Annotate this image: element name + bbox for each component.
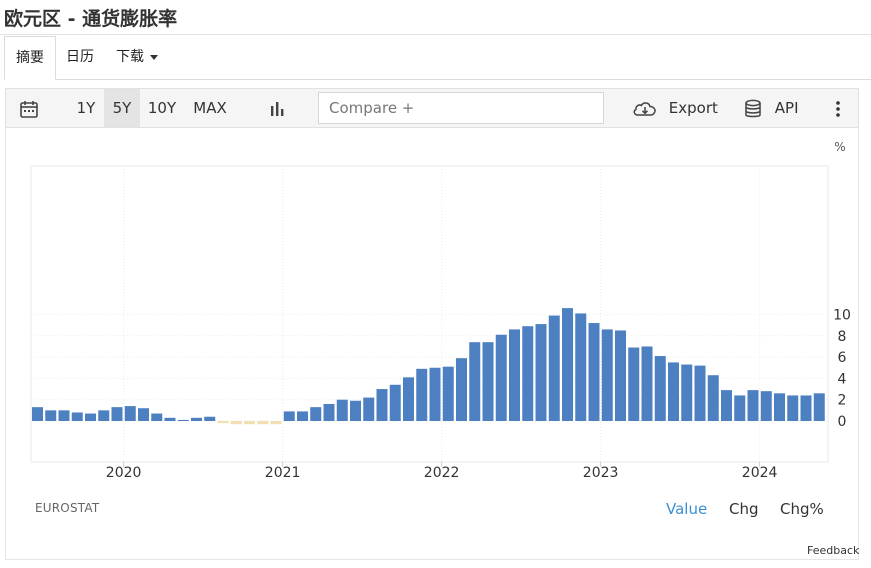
- bar-2023-01[interactable]: [601, 329, 613, 421]
- bar-2021-07[interactable]: [363, 397, 375, 421]
- bar-2021-06[interactable]: [350, 400, 361, 421]
- feedback-link[interactable]: Feedback: [807, 544, 859, 557]
- data-source: EUROSTAT: [35, 501, 100, 515]
- bar-2023-02[interactable]: [615, 330, 626, 421]
- bar-2021-12[interactable]: [429, 367, 441, 421]
- bar-2022-07[interactable]: [522, 326, 534, 421]
- bar-2022-11[interactable]: [575, 313, 587, 421]
- bar-2024-02[interactable]: [774, 393, 785, 421]
- bar-2020-08[interactable]: [217, 421, 229, 424]
- bar-2020-05[interactable]: [177, 419, 189, 421]
- x-tick-label: 2024: [742, 465, 778, 481]
- bar-2019-09[interactable]: [71, 412, 83, 421]
- bar-2024-01[interactable]: [760, 391, 772, 421]
- bar-2020-09[interactable]: [230, 421, 242, 425]
- bar-2019-12[interactable]: [111, 407, 123, 421]
- bar-2022-08[interactable]: [535, 324, 547, 421]
- bar-2020-06[interactable]: [191, 417, 202, 421]
- x-tick-label: 2022: [424, 465, 460, 481]
- bar-2019-10[interactable]: [85, 413, 96, 421]
- bar-2022-01[interactable]: [442, 366, 454, 421]
- x-tick-label: 2021: [265, 465, 301, 481]
- inflation-bar-chart: 0 2 4 6 8 10 2020 2021 2022 2023 2024 %: [30, 140, 851, 481]
- bar-2022-04[interactable]: [482, 342, 494, 421]
- bar-2020-03[interactable]: [151, 413, 163, 421]
- y-tick-label: 0: [838, 414, 847, 430]
- bar-2024-05[interactable]: [813, 393, 825, 421]
- bar-2021-10[interactable]: [403, 377, 414, 421]
- bar-2021-05[interactable]: [336, 399, 348, 421]
- bar-2023-12[interactable]: [747, 390, 759, 421]
- bar-2022-09[interactable]: [548, 315, 560, 421]
- y-tick-label: 4: [838, 371, 847, 387]
- y-tick-label: 6: [838, 350, 847, 366]
- bar-2019-07[interactable]: [45, 410, 57, 421]
- bar-2021-11[interactable]: [416, 368, 428, 421]
- bar-2023-06[interactable]: [668, 362, 679, 421]
- y-tick-label: 10: [833, 308, 851, 324]
- bar-2024-04[interactable]: [800, 395, 812, 421]
- bar-2023-10[interactable]: [721, 390, 732, 421]
- bar-2022-05[interactable]: [495, 334, 507, 421]
- bar-2020-11[interactable]: [257, 421, 269, 425]
- x-tick-label: 2023: [583, 465, 619, 481]
- bar-2019-08[interactable]: [58, 410, 70, 421]
- bar-2021-04[interactable]: [323, 403, 335, 421]
- bar-2020-02[interactable]: [138, 408, 149, 421]
- bar-2023-07[interactable]: [681, 364, 693, 421]
- bar-2019-06[interactable]: [32, 407, 43, 421]
- bar-2022-02[interactable]: [456, 358, 467, 421]
- bar-2021-02[interactable]: [297, 411, 308, 421]
- y-unit-label: %: [834, 140, 845, 154]
- bar-2021-09[interactable]: [389, 384, 401, 421]
- bar-2020-04[interactable]: [164, 417, 176, 421]
- x-tick-label: 2020: [106, 465, 142, 481]
- bar-2020-10[interactable]: [244, 421, 255, 425]
- bar-2021-01[interactable]: [283, 411, 295, 421]
- bar-2022-06[interactable]: [509, 329, 520, 421]
- bar-2023-11[interactable]: [734, 395, 746, 421]
- bar-2023-09[interactable]: [707, 375, 719, 421]
- bar-2020-12[interactable]: [270, 421, 282, 425]
- bar-2020-01[interactable]: [124, 406, 136, 421]
- bar-2023-04[interactable]: [641, 346, 653, 421]
- bar-2019-11[interactable]: [98, 410, 110, 421]
- bar-2020-07[interactable]: [204, 416, 216, 421]
- bar-2022-10[interactable]: [562, 308, 573, 421]
- mode-value-button[interactable]: Value: [666, 500, 707, 518]
- mode-chg-percent-button[interactable]: Chg%: [780, 500, 824, 518]
- mode-chg-button[interactable]: Chg: [729, 500, 759, 518]
- bar-2023-05[interactable]: [654, 356, 666, 421]
- bar-2022-03[interactable]: [469, 342, 481, 421]
- bar-2023-03[interactable]: [628, 347, 640, 421]
- bar-2023-08[interactable]: [694, 365, 706, 421]
- y-tick-label: 8: [838, 329, 847, 345]
- bar-2021-03[interactable]: [310, 407, 322, 421]
- bar-2024-03[interactable]: [787, 395, 799, 421]
- bar-2022-12[interactable]: [588, 323, 600, 421]
- y-tick-label: 2: [838, 393, 847, 409]
- bar-2021-08[interactable]: [376, 389, 388, 421]
